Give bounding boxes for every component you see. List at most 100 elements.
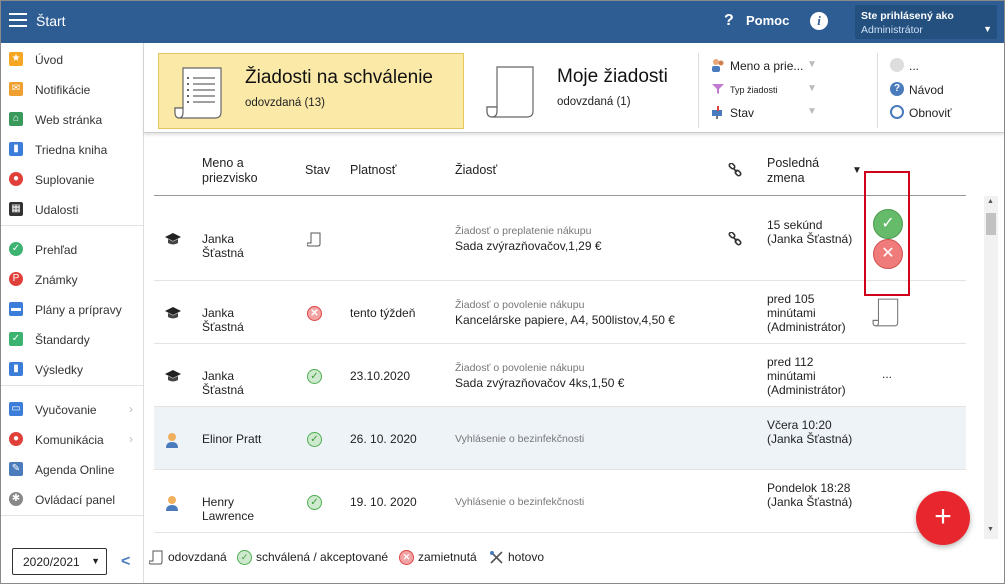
request-type[interactable]: Žiadosť o povolenie nákupu	[455, 362, 584, 374]
sidebar-item[interactable]: ▦ Udalosti	[1, 195, 144, 223]
header-state[interactable]: Stav	[305, 163, 330, 178]
open-book-icon: ▭	[9, 402, 23, 416]
help-icon: ?	[890, 82, 904, 96]
caret-down-icon: ▼	[983, 24, 992, 34]
sidebar-item[interactable]: ● Suplovanie	[1, 165, 144, 193]
caret-down-icon: ▼	[807, 83, 817, 94]
sidebar-divider	[1, 385, 143, 386]
graduation-cap-icon	[165, 369, 181, 381]
check-circle-icon: ✓	[307, 431, 322, 447]
scroll-down-icon[interactable]: ▼	[987, 526, 994, 533]
link-icon[interactable]	[728, 163, 742, 177]
graduation-cap-icon	[165, 306, 181, 318]
help-link[interactable]: Pomoc	[746, 13, 789, 28]
document-icon	[486, 66, 534, 118]
table-row[interactable]: Janka Šťastná ✕ tento týždeň Žiadosť o povo…	[154, 281, 966, 344]
x-circle-icon: ✕	[307, 305, 322, 321]
header-request[interactable]: Žiadosť	[455, 163, 497, 178]
request-type[interactable]: Žiadosť o povolenie nákupu	[455, 299, 584, 311]
request-type[interactable]: Vyhlásenie o bezinfekčnosti	[455, 433, 584, 445]
table-row[interactable]: Elinor Pratt ✓ 26. 10. 2020 Vyhlásenie o be…	[154, 407, 966, 470]
header-name[interactable]: Meno a priezvisko	[202, 156, 282, 186]
sidebar-item[interactable]: ▮ Triedna kniha	[1, 135, 144, 163]
approve-button[interactable]: ✓	[873, 209, 903, 239]
sidebar-item[interactable]: ✎ Agenda Online	[1, 455, 144, 483]
row-name: Elinor Pratt	[202, 431, 262, 446]
filter-name-label: Meno a prie...	[730, 59, 804, 73]
filter-type-label: Typ žiadosti	[730, 85, 778, 95]
tab-title: Moje žiadosti	[557, 66, 668, 87]
scroll-up-icon[interactable]: ▲	[987, 198, 994, 205]
row-last-change: pred 105 minútami (Administrátor)	[767, 291, 846, 334]
request-description[interactable]: Sada zvýrazňovačov 4ks,1,50 €	[455, 376, 624, 390]
question-icon[interactable]: ?	[724, 12, 734, 30]
sidebar-item[interactable]: ▮ Výsledky	[1, 355, 144, 383]
request-type[interactable]: Žiadosť o preplatenie nákupu	[455, 225, 591, 237]
sidebar-item-label: Udalosti	[35, 203, 79, 217]
sidebar-item[interactable]: ▭ Vyučovanie ›	[1, 395, 144, 423]
school-year-select[interactable]: 2020/2021 ▼	[12, 548, 107, 575]
filter-state-label: Stav	[730, 106, 755, 120]
sidebar-item[interactable]: ✓ Štandardy	[1, 325, 144, 353]
sidebar-item[interactable]: ✓ Prehľad	[1, 235, 144, 263]
envelope-icon: ✉	[9, 82, 23, 96]
table-row[interactable]: Janka Šťastná ✓ 23.10.2020 Žiadosť o povole…	[154, 344, 966, 407]
sidebar-item[interactable]: ✉ Notifikácie	[1, 75, 144, 103]
legend-label: hotovo	[508, 550, 545, 564]
sidebar-item[interactable]: ✱ Ovládací panel	[1, 485, 144, 513]
sort-desc-icon[interactable]: ▼	[852, 163, 862, 178]
person-icon	[166, 495, 178, 511]
request-description[interactable]: Sada zvýrazňovačov,1,29 €	[455, 239, 602, 253]
reject-button[interactable]: ✕	[873, 239, 903, 269]
info-icon[interactable]: i	[810, 12, 828, 30]
row-name: Janka Šťastná	[202, 368, 244, 397]
collapse-sidebar-icon[interactable]: <	[121, 553, 130, 571]
user-menu[interactable]: Ste prihlásený ako Administrátor ▼	[855, 5, 997, 39]
header-validity[interactable]: Platnosť	[350, 163, 396, 178]
sidebar-item-label: Úvod	[35, 53, 64, 67]
caret-down-icon: ▼	[91, 556, 100, 566]
document-icon[interactable]	[871, 297, 903, 329]
mailbox-icon	[712, 106, 722, 119]
add-request-button[interactable]: +	[916, 491, 970, 545]
shield-icon: ✓	[9, 332, 23, 346]
person-icon	[166, 432, 178, 448]
briefcase-icon: ▬	[9, 302, 23, 316]
grades-icon: P	[9, 272, 23, 286]
sidebar-item[interactable]: ★ Úvod	[1, 45, 144, 73]
tab-my-requests[interactable]: Moje žiadosti odovzdaná (1)	[471, 53, 696, 129]
table-row[interactable]: Henry Lawrence ✓ 19. 10. 2020 Vyhlásenie o …	[154, 470, 966, 533]
scrollbar[interactable]: ▲ ▼	[984, 196, 998, 539]
sidebar-item[interactable]: ▬ Plány a prípravy	[1, 295, 144, 323]
person-icon: ●	[9, 172, 23, 186]
refresh-icon	[890, 105, 904, 119]
chevron-right-icon: ›	[129, 432, 133, 446]
people-icon	[712, 59, 724, 72]
status-legend: odovzdaná ✓ schválená / akceptované ✕ za…	[149, 549, 749, 569]
sidebar-item[interactable]: ● Komunikácia ›	[1, 425, 144, 453]
link-icon[interactable]	[728, 231, 742, 246]
menu-icon[interactable]	[9, 13, 27, 27]
request-description[interactable]: Kancelárske papiere, A4, 500listov,4,50 …	[455, 313, 675, 327]
sidebar-item[interactable]: ⌂ Web stránka	[1, 105, 144, 133]
more-dots-icon[interactable]: ...	[882, 367, 892, 381]
row-last-change: Pondelok 18:28 (Janka Šťastná)	[767, 480, 853, 509]
sidebar-item[interactable]: P Známky	[1, 265, 144, 293]
school-year-value: 2020/2021	[23, 555, 80, 569]
guide-label: Návod	[909, 83, 944, 97]
row-validity: 19. 10. 2020	[350, 494, 417, 509]
caret-down-icon: ▼	[807, 59, 817, 70]
divider	[698, 53, 699, 128]
row-validity: 23.10.2020	[350, 368, 411, 383]
table-row[interactable]: Janka Šťastná Žiadosť o preplatenie nákup…	[154, 196, 966, 281]
app-title[interactable]: Štart	[36, 13, 66, 29]
requests-table: Meno a priezvisko Stav Platnosť Žiadosť …	[154, 133, 966, 533]
scroll-thumb[interactable]	[986, 213, 996, 235]
tab-requests-to-approve[interactable]: Žiadosti na schválenie odovzdaná (13)	[158, 53, 464, 129]
request-type[interactable]: Vyhlásenie o bezinfekčnosti	[455, 496, 584, 508]
header-last-change[interactable]: Posledná zmena	[767, 156, 847, 186]
row-validity: tento týždeň	[350, 305, 416, 320]
tools-icon	[490, 551, 503, 564]
legend-label: odovzdaná	[168, 550, 227, 564]
sidebar-item-label: Notifikácie	[35, 83, 91, 97]
